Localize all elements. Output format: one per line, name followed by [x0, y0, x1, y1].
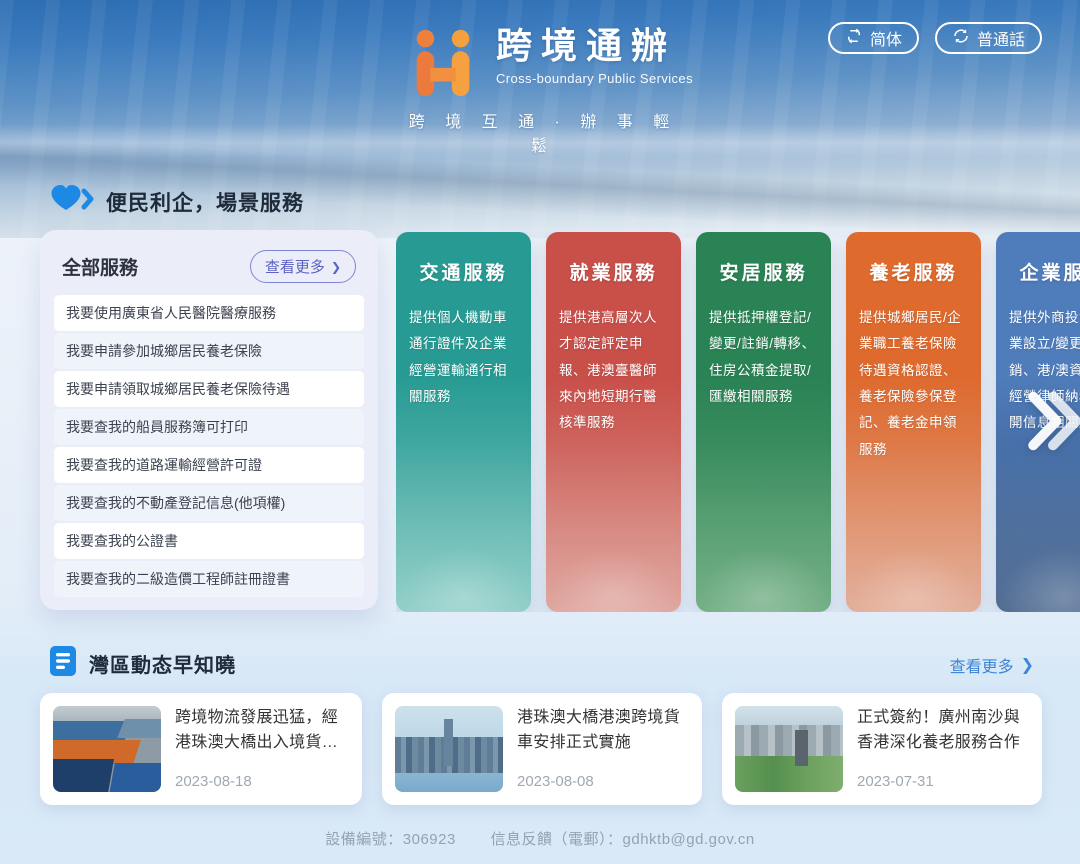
- news-title: 港珠澳大橋港澳跨境貨車安排正式實施: [517, 706, 689, 756]
- view-more-label: 查看更多: [265, 256, 325, 277]
- thumbnail-art: [53, 759, 113, 792]
- news-card-list: 跨境物流發展迅猛，經港珠澳大橋出入境貨… 2023-08-18 港珠澳大橋港澳跨…: [40, 693, 1042, 805]
- all-services-header: 全部服務 查看更多 ❯: [54, 246, 364, 295]
- simplified-chinese-button[interactable]: 简体: [828, 22, 919, 54]
- thumbnail-art: [735, 725, 843, 758]
- brand: 跨境通辦 Cross-boundary Public Services: [404, 26, 693, 103]
- all-services-view-more-button[interactable]: 查看更多 ❯: [250, 250, 356, 283]
- card-description: 提供個人機動車通行證件及企業經營運輸通行相關服務: [409, 305, 518, 410]
- feedback-email-text: 信息反饋（電郵）：gdhktb@gd.gov.cn: [491, 831, 755, 848]
- simplified-chinese-label: 简体: [870, 26, 902, 50]
- news-date: 2023-08-18: [175, 773, 349, 792]
- card-title: 安居服務: [696, 258, 831, 285]
- thumbnail-art: [395, 773, 503, 792]
- news-title: 跨境物流發展迅猛，經港珠澳大橋出入境貨…: [175, 706, 349, 756]
- document-icon: [50, 646, 76, 681]
- news-card[interactable]: 正式簽約！廣州南沙與香港深化養老服務合作 2023-07-31: [722, 693, 1042, 805]
- language-swap-icon: [845, 27, 863, 50]
- heart-icon: [50, 184, 94, 219]
- service-list-item[interactable]: 我要查我的船員服務簿可打印: [54, 409, 364, 445]
- all-services-title: 全部服務: [62, 253, 138, 280]
- card-description: 提供城鄉居民/企業職工養老保險待遇資格認證、養老保險參保登記、養老金申領服務: [859, 305, 968, 463]
- service-list-item[interactable]: 我要申請參加城鄉居民養老保險: [54, 333, 364, 369]
- carousel-next-button[interactable]: [1026, 388, 1080, 454]
- service-list-item[interactable]: 我要查我的二級造價工程師註冊證書: [54, 561, 364, 597]
- service-list-item[interactable]: 我要查我的道路運輸經營許可證: [54, 447, 364, 483]
- card-title: 就業服務: [546, 258, 681, 285]
- news-thumbnail-skyline: [395, 706, 503, 792]
- scene-services-heading: 便民利企，場景服務: [50, 184, 304, 219]
- brand-subtitle: Cross-boundary Public Services: [496, 71, 693, 86]
- news-thumbnail-aerial-city: [735, 706, 843, 792]
- brand-title: 跨境通辦: [496, 26, 693, 66]
- news-view-more-label: 查看更多: [950, 653, 1014, 677]
- card-title: 養老服務: [846, 258, 981, 285]
- thumbnail-art: [735, 706, 843, 725]
- card-employment-services[interactable]: 就業服務 提供港高層次人才認定評定申報、港澳臺醫師來內地短期行醫核準服務: [546, 232, 681, 612]
- footer: 設備編號：306923 信息反饋（電郵）：gdhktb@gd.gov.cn: [0, 828, 1080, 849]
- scene-services-title: 便民利企，場景服務: [106, 187, 304, 217]
- news-card-body: 港珠澳大橋港澳跨境貨車安排正式實施 2023-08-08: [517, 706, 689, 792]
- card-description: 提供港高層次人才認定評定申報、港澳臺醫師來內地短期行醫核準服務: [559, 305, 668, 437]
- thumbnail-art: [795, 730, 808, 766]
- mandarin-button[interactable]: 普通話: [935, 22, 1042, 54]
- mandarin-label: 普通話: [977, 26, 1025, 50]
- language-cycle-icon: [952, 27, 970, 50]
- brand-logo-icon: [404, 28, 482, 103]
- news-section-title: 灣區動态早知曉: [89, 649, 236, 678]
- all-services-panel: 全部服務 查看更多 ❯ 我要使用廣東省人民醫院醫療服務 我要申請參加城鄉居民養老…: [40, 230, 378, 610]
- news-section-heading: 灣區動态早知曉: [50, 646, 236, 681]
- news-card-body: 正式簽約！廣州南沙與香港深化養老服務合作 2023-07-31: [857, 706, 1029, 792]
- brand-text: 跨境通辦 Cross-boundary Public Services: [496, 26, 693, 86]
- news-date: 2023-08-08: [517, 773, 689, 792]
- news-card[interactable]: 跨境物流發展迅猛，經港珠澳大橋出入境貨… 2023-08-18: [40, 693, 362, 805]
- language-controls: 简体 普通話: [828, 22, 1042, 54]
- card-title: 交通服務: [396, 258, 531, 285]
- brand-tagline: 跨 境 互 通 · 辦 事 輕 鬆: [398, 108, 688, 156]
- service-list-item[interactable]: 我要使用廣東省人民醫院醫療服務: [54, 295, 364, 331]
- news-thumbnail-trucks: [53, 706, 161, 792]
- service-list-item[interactable]: 我要查我的公證書: [54, 523, 364, 559]
- double-chevron-right-icon: [1026, 442, 1080, 457]
- news-title: 正式簽約！廣州南沙與香港深化養老服務合作: [857, 706, 1029, 756]
- all-services-list: 我要使用廣東省人民醫院醫療服務 我要申請參加城鄉居民養老保險 我要申請領取城鄉居…: [54, 295, 364, 597]
- card-eldercare-services[interactable]: 養老服務 提供城鄉居民/企業職工養老保險待遇資格認證、養老保險參保登記、養老金申…: [846, 232, 981, 612]
- thumbnail-art: [444, 719, 453, 766]
- news-card[interactable]: 港珠澳大橋港澳跨境貨車安排正式實施 2023-08-08: [382, 693, 702, 805]
- service-category-carousel: 交通服務 提供個人機動車通行證件及企業經營運輸通行相關服務 就業服務 提供港高層…: [396, 232, 1080, 612]
- device-id-text: 設備編號：306923: [325, 831, 456, 848]
- news-card-body: 跨境物流發展迅猛，經港珠澳大橋出入境貨… 2023-08-18: [175, 706, 349, 792]
- card-transport-services[interactable]: 交通服務 提供個人機動車通行證件及企業經營運輸通行相關服務: [396, 232, 531, 612]
- service-list-item[interactable]: 我要查我的不動產登記信息(他項權): [54, 485, 364, 521]
- chevron-right-icon: ❯: [1021, 655, 1034, 675]
- thumbnail-art: [735, 756, 843, 792]
- news-date: 2023-07-31: [857, 773, 1029, 792]
- card-description: 提供抵押權登記/變更/註銷/轉移、住房公積金提取/匯繳相關服務: [709, 305, 818, 410]
- thumbnail-art: [117, 719, 161, 738]
- chevron-right-icon: ❯: [331, 261, 341, 273]
- service-list-item[interactable]: 我要申請領取城鄉居民養老保險待遇: [54, 371, 364, 407]
- news-view-more-link[interactable]: 查看更多 ❯: [944, 652, 1040, 678]
- card-housing-services[interactable]: 安居服務 提供抵押權登記/變更/註銷/轉移、住房公積金提取/匯繳相關服務: [696, 232, 831, 612]
- card-title: 企業服務: [996, 258, 1080, 285]
- thumbnail-art: [110, 763, 161, 792]
